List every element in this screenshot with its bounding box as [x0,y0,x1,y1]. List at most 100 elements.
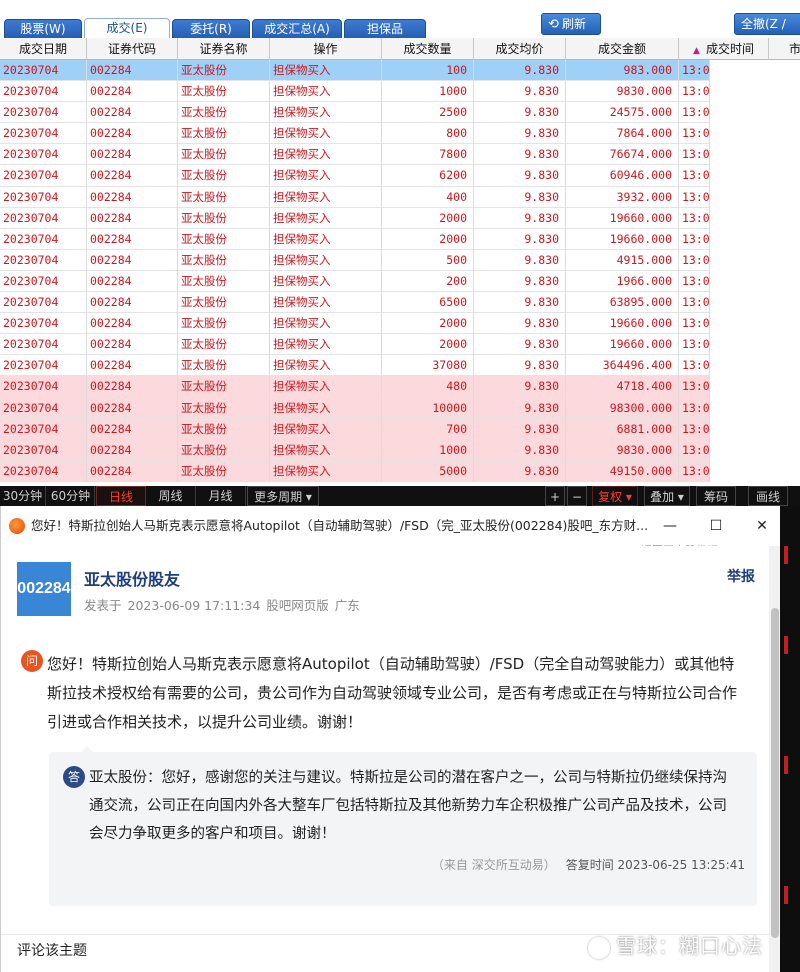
chart-candle [784,756,788,774]
col-avg-price[interactable]: 成交均价 [474,38,566,60]
period-30min[interactable]: 30分钟 [0,486,46,506]
chart-candle [784,546,788,564]
cell-price: 9.830 [474,397,566,419]
cell-date: 20230704 [0,313,87,335]
table-row[interactable]: 20230704 002284 亚太股份 担保物买入 10000 9.830 98300.0… [0,397,710,419]
question-text: 您好！特斯拉创始人马斯克表示愿意将Autopilot（自动辅助驾驶）/FSD（完… [47,655,738,731]
col-amount[interactable]: 成交金额 [566,38,679,60]
period-weekly[interactable]: 周线 [146,486,196,506]
cell-time: 13:0 [679,81,710,103]
fuquan-dropdown[interactable]: 复权 ▾ [592,486,638,506]
table-blank-area [710,60,800,488]
cell-op: 担保物买入 [270,270,382,292]
col-security-name[interactable]: 证券名称 [178,38,270,60]
table-row[interactable]: 20230704 002284 亚太股份 担保物买入 2500 9.830 24575.00… [0,102,710,124]
table-row[interactable]: 20230704 002284 亚太股份 担保物买入 1000 9.830 9830.000… [0,81,710,103]
cell-date: 20230704 [0,439,87,461]
cell-code: 002284 [87,144,178,166]
table-row[interactable]: 20230704 002284 亚太股份 担保物买入 7800 9.830 76674.00… [0,144,710,166]
cell-amount: 98300.000 [566,397,679,419]
period-monthly[interactable]: 月线 [196,486,246,506]
col-security-code[interactable]: 证券代码 [87,38,178,60]
tab-stocks[interactable]: 股票(W) [4,19,82,38]
cell-time: 13:0 [679,270,710,292]
cell-name: 亚太股份 [178,207,270,229]
cancel-all-button[interactable]: 全撤(Z / [734,13,800,35]
cell-price: 9.830 [474,165,566,187]
cell-date: 20230704 [0,418,87,440]
cell-time: 13:0 [679,460,710,482]
maximize-button[interactable]: ☐ [693,506,739,546]
cell-code: 002284 [87,102,178,124]
cell-code: 002284 [87,165,178,187]
cell-price: 9.830 [474,270,566,292]
answer-time: 答复时间 2023-06-25 13:25:41 [565,858,745,872]
cell-time: 13:0 [679,123,710,145]
cell-name: 亚太股份 [178,228,270,250]
table-row[interactable]: 20230704 002284 亚太股份 担保物买入 37080 9.830 364496.… [0,355,710,377]
overlay-dropdown[interactable]: 叠加 ▾ [644,486,690,506]
table-row[interactable]: 20230704 002284 亚太股份 担保物买入 2000 9.830 19660.00… [0,334,710,356]
period-60min[interactable]: 60分钟 [47,486,95,506]
col-trade-date[interactable]: 成交日期 [0,38,87,60]
post-content: 002284 亚太股份股友 举报 发表于 2023-06-09 17:11:34 股… [1,546,769,972]
period-daily[interactable]: 日线 [96,486,146,506]
draw-line-button[interactable]: 画线 [748,486,788,506]
col-market[interactable]: 市 [769,38,800,60]
table-row[interactable]: 20230704 002284 亚太股份 担保物买入 400 9.830 3932.000 1… [0,186,710,208]
table-row[interactable]: 20230704 002284 亚太股份 担保物买入 100 9.830 983.000 13… [0,60,710,82]
cell-time: 13:0 [679,313,710,335]
cell-op: 担保物买入 [270,144,382,166]
answer-icon: 答 [63,766,85,788]
cell-price: 9.830 [474,355,566,377]
chip-button[interactable]: 筹码 [696,486,736,506]
table-row[interactable]: 20230704 002284 亚太股份 担保物买入 6200 9.830 60946.00… [0,165,710,187]
cell-amount: 3932.000 [566,186,679,208]
tab-collateral[interactable]: 担保品 [344,19,426,38]
table-row[interactable]: 20230704 002284 亚太股份 担保物买入 6500 9.830 63895.00… [0,292,710,314]
zoom-in-button[interactable]: + [545,486,565,506]
cell-qty: 200 [382,270,474,292]
cell-time: 13:0 [679,418,710,440]
cell-code: 002284 [87,460,178,482]
author-name[interactable]: 亚太股份股友 [84,566,180,590]
cell-time: 13:0 [679,376,710,398]
cell-date: 20230704 [0,123,87,145]
cell-amount: 983.000 [566,60,679,81]
avatar[interactable]: 002284 [17,562,71,616]
table-row[interactable]: 20230704 002284 亚太股份 担保物买入 480 9.830 4718.400 1… [0,376,710,398]
col-quantity[interactable]: 成交数量 [382,38,474,60]
table-row[interactable]: 20230704 002284 亚太股份 担保物买入 2000 9.830 19660.00… [0,313,710,335]
period-more[interactable]: 更多周期 ▾ [247,486,319,506]
window-title: 您好！特斯拉创始人马斯克表示愿意将Autopilot（自动辅助驾驶）/FSD（完… [31,518,649,533]
table-row[interactable]: 20230704 002284 亚太股份 担保物买入 5000 9.830 49150.00… [0,460,710,482]
close-button[interactable]: ✕ [739,506,785,546]
tab-trades[interactable]: 成交(E) [84,18,170,38]
minimize-button[interactable]: — [647,506,693,546]
scrollbar-thumb[interactable] [771,608,779,938]
watermark: 雪球：糊口心法 [588,930,763,959]
table-row[interactable]: 20230704 002284 亚太股份 担保物买入 1000 9.830 9830.000… [0,439,710,461]
tab-trade-summary[interactable]: 成交汇总(A) [252,19,342,38]
table-row[interactable]: 20230704 002284 亚太股份 担保物买入 700 9.830 6881.000 1… [0,418,710,440]
table-header: 成交日期 证券代码 证券名称 操作 成交数量 成交均价 成交金额 ▲ 成交时间 市 [0,38,800,60]
table-row[interactable]: 20230704 002284 亚太股份 担保物买入 500 9.830 4915.000 1… [0,249,710,271]
table-row[interactable]: 20230704 002284 亚太股份 担保物买入 2000 9.830 19660.00… [0,228,710,250]
cell-code: 002284 [87,123,178,145]
cell-date: 20230704 [0,460,87,482]
table-row[interactable]: 20230704 002284 亚太股份 担保物买入 2000 9.830 19660.00… [0,207,710,229]
posted-prefix: 发表于 [84,598,122,613]
table-row[interactable]: 20230704 002284 亚太股份 担保物买入 200 9.830 1966.000 1… [0,270,710,293]
cell-name: 亚太股份 [178,460,270,482]
cell-qty: 7800 [382,144,474,166]
col-operation[interactable]: 操作 [270,38,382,60]
cell-name: 亚太股份 [178,144,270,166]
zoom-out-button[interactable]: − [567,486,587,506]
col-trade-time[interactable]: ▲ 成交时间 [679,38,769,60]
tab-orders[interactable]: 委托(R) [172,19,250,38]
refresh-button[interactable]: ⟲ 刷新 [541,13,601,35]
table-row[interactable]: 20230704 002284 亚太股份 担保物买入 800 9.830 7864.000 1… [0,123,710,145]
report-link[interactable]: 举报 [727,566,755,586]
cell-amount: 9830.000 [566,81,679,103]
cell-qty: 2000 [382,313,474,335]
